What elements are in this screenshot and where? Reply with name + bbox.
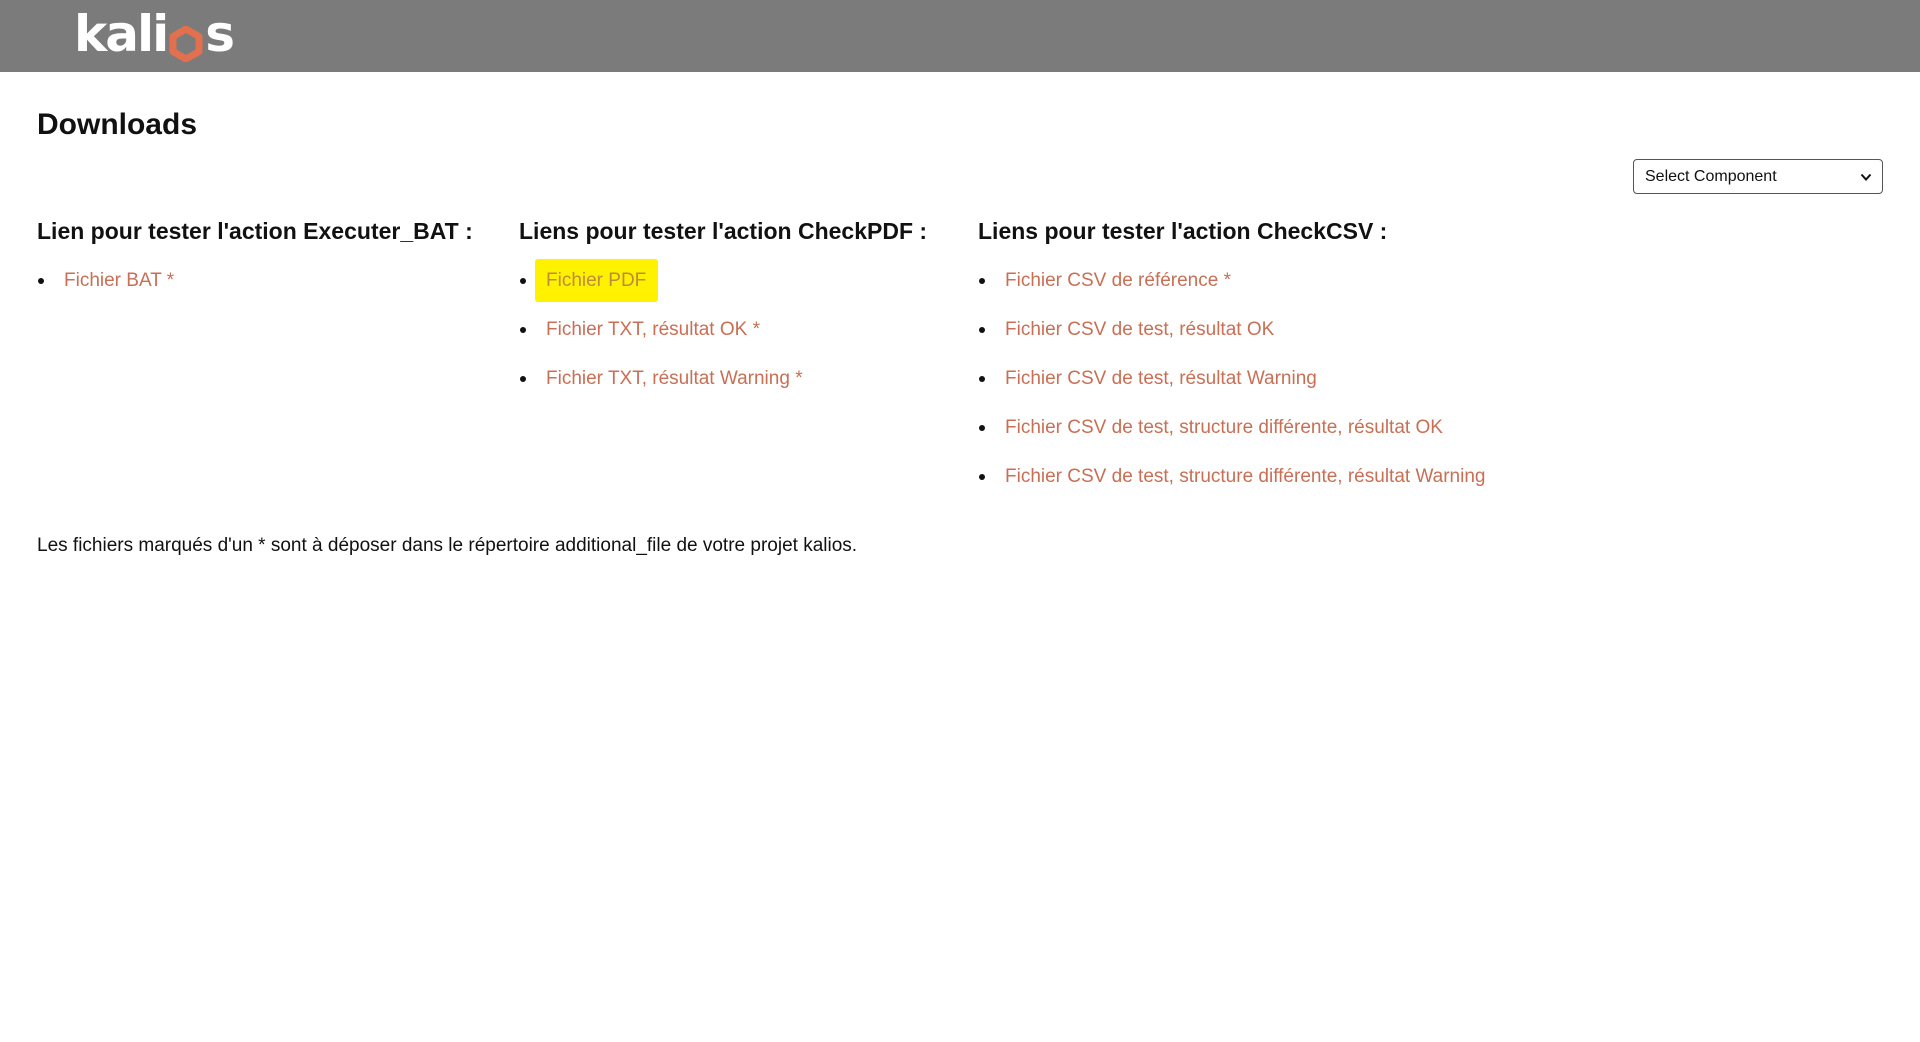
bullet (38, 278, 44, 284)
top-bar: kali s (0, 0, 1920, 72)
download-link-pdf[interactable]: Fichier PDF (535, 259, 659, 302)
bullet (979, 278, 985, 284)
download-link-csv-structure-warning[interactable]: Fichier CSV de test, structure différent… (1005, 466, 1485, 487)
list-item: Fichier TXT, résultat OK * (519, 316, 927, 365)
download-link-csv-structure-ok[interactable]: Fichier CSV de test, structure différent… (1005, 417, 1443, 438)
page-title: Downloads (37, 108, 198, 141)
footnote: Les fichiers marqués d'un * sont à dépos… (37, 535, 858, 556)
section-checkpdf: Liens pour tester l'action CheckPDF : Fi… (519, 218, 927, 414)
component-select[interactable]: Select Component (1633, 159, 1883, 194)
download-link-csv-reference[interactable]: Fichier CSV de référence * (1005, 270, 1231, 291)
bullet (520, 327, 526, 333)
component-select-value: Select Component (1645, 168, 1777, 185)
section-checkcsv: Liens pour tester l'action CheckCSV : Fi… (978, 218, 1485, 512)
logo-text-right: s (205, 5, 235, 63)
hexagon-icon (168, 20, 204, 63)
section-heading: Lien pour tester l'action Executer_BAT : (37, 218, 473, 244)
link-list: Fichier PDF Fichier TXT, résultat OK * F… (519, 259, 927, 414)
download-link-csv-test-warning[interactable]: Fichier CSV de test, résultat Warning (1005, 368, 1317, 389)
list-item: Fichier CSV de test, structure différent… (978, 414, 1485, 463)
list-item: Fichier PDF (519, 259, 927, 316)
bullet (520, 376, 526, 382)
list-item: Fichier CSV de test, résultat Warning (978, 365, 1485, 414)
list-item: Fichier CSV de test, résultat OK (978, 316, 1485, 365)
bullet (979, 474, 985, 480)
link-list: Fichier BAT * (37, 267, 473, 316)
download-link-csv-test-ok[interactable]: Fichier CSV de test, résultat OK (1005, 319, 1274, 340)
section-heading: Liens pour tester l'action CheckCSV : (978, 218, 1388, 244)
list-item: Fichier BAT * (37, 267, 473, 316)
bullet (520, 278, 526, 284)
bullet (979, 425, 985, 431)
list-item: Fichier TXT, résultat Warning * (519, 365, 927, 414)
chevron-down-icon (1860, 173, 1872, 181)
download-link-bat[interactable]: Fichier BAT * (64, 270, 174, 291)
download-link-txt-ok[interactable]: Fichier TXT, résultat OK * (546, 319, 760, 340)
link-list: Fichier CSV de référence * Fichier CSV d… (978, 267, 1485, 512)
list-item: Fichier CSV de référence * (978, 267, 1485, 316)
bullet (979, 327, 985, 333)
kalios-logo[interactable]: kali s (74, 5, 235, 63)
section-heading: Liens pour tester l'action CheckPDF : (519, 218, 928, 244)
download-link-txt-warning[interactable]: Fichier TXT, résultat Warning * (546, 368, 803, 389)
list-item: Fichier CSV de test, structure différent… (978, 463, 1485, 512)
bullet (979, 376, 985, 382)
section-executer-bat: Lien pour tester l'action Executer_BAT :… (37, 218, 473, 316)
logo-text-left: kali (74, 5, 169, 63)
